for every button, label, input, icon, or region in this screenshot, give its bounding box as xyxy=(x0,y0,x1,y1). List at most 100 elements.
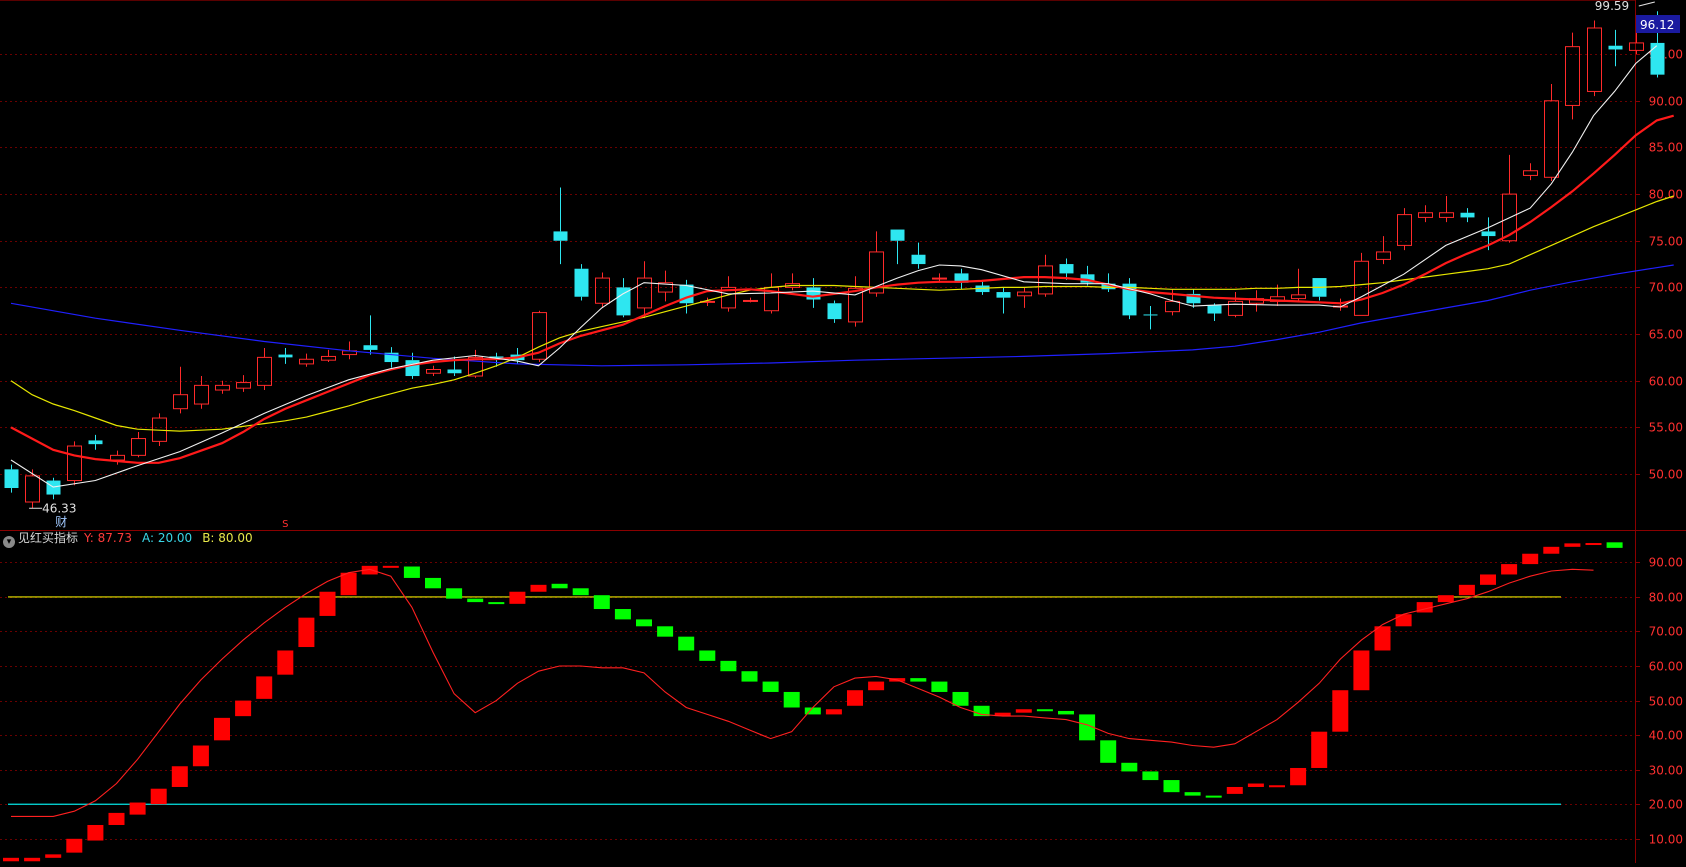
indicator-bar-up xyxy=(256,676,273,699)
indicator-bar-down xyxy=(1058,710,1074,715)
indicator-bar-up xyxy=(1458,584,1475,596)
price-tick-label: 50.00 xyxy=(1649,468,1683,482)
indicator-bar-up xyxy=(1332,690,1349,732)
candle-body-down xyxy=(278,354,293,358)
indicator-bar-down xyxy=(1184,792,1201,796)
s-marker-label: S xyxy=(282,519,288,530)
indicator-bar-up xyxy=(1564,543,1581,547)
candle-body-up xyxy=(743,299,758,302)
price-tick-label: 90.00 xyxy=(1649,95,1683,109)
indicator-bar-down xyxy=(657,626,674,637)
chevron-down-icon[interactable]: ▾ xyxy=(3,536,15,548)
current-price-label: 96.12 xyxy=(1640,18,1674,32)
indicator-bar-up xyxy=(3,857,19,862)
stock-chart[interactable]: 50.00 55.00 60.00 65.00 70.00 75.00 80.00 85.00… xyxy=(0,0,1686,863)
indicator-bar-up xyxy=(1501,564,1518,575)
indicator-bar-up xyxy=(45,854,62,858)
indicator-bar-down xyxy=(572,588,589,596)
price-tick-label: 65.00 xyxy=(1649,328,1683,342)
indicator-bar-up xyxy=(66,838,83,853)
indicator-bar-up xyxy=(1353,650,1370,691)
indicator-tick-label: 70.00 xyxy=(1649,625,1683,639)
indicator-b-value: B: 80.00 xyxy=(202,531,253,545)
indicator-bar-down xyxy=(593,595,610,610)
indicator-bar-down xyxy=(551,583,568,589)
indicator-bar-up xyxy=(319,591,336,616)
indicator-bar-up xyxy=(1226,786,1243,794)
indicator-bar-up xyxy=(129,802,146,815)
indicator-bar-up xyxy=(108,812,125,825)
indicator-bar-down xyxy=(699,650,716,661)
indicator-bar-up xyxy=(171,766,188,787)
indicator-bar-down xyxy=(741,671,758,682)
indicator-bar-up xyxy=(277,650,294,675)
indicator-bar-down xyxy=(425,577,441,589)
indicator-a-value: A: 20.00 xyxy=(141,531,193,545)
indicator-bar-up xyxy=(24,857,41,862)
indicator-bar-up xyxy=(1543,546,1560,554)
indicator-bar-down xyxy=(1100,740,1117,763)
indicator-bar-up xyxy=(1015,709,1032,713)
indicator-tick-label: 90.00 xyxy=(1649,556,1683,570)
indicator-bar-up xyxy=(1269,785,1285,788)
indicator-bar-down xyxy=(1036,709,1053,712)
candle-body-down xyxy=(1143,314,1158,316)
indicator-bar-down xyxy=(720,660,737,672)
indicator-bar-up xyxy=(382,565,399,568)
indicator-bar-up xyxy=(1437,595,1454,603)
indicator-name[interactable]: 见红买指标 xyxy=(18,531,78,545)
indicator-y-value: Y: 87.73 xyxy=(84,531,132,545)
candle-body-down xyxy=(1481,231,1496,237)
indicator-bar-up xyxy=(509,591,526,604)
candle-body-down xyxy=(447,369,462,374)
candle-body-down xyxy=(574,268,589,297)
indicator-tick-label: 10.00 xyxy=(1649,833,1683,847)
indicator-bar-down xyxy=(762,681,779,692)
candle-body-down xyxy=(1207,305,1222,314)
indicator-tick-label: 60.00 xyxy=(1649,660,1683,674)
indicator-bar-up xyxy=(530,584,547,592)
candle-body-down xyxy=(827,303,842,320)
price-tick-label: 70.00 xyxy=(1649,281,1683,295)
candle-body-up xyxy=(932,277,947,280)
indicator-bar-up xyxy=(825,709,842,715)
indicator-bar-down xyxy=(1142,771,1159,781)
indicator-bar-up xyxy=(214,717,230,741)
indicator-bar-down xyxy=(403,566,420,578)
indicator-bar-up xyxy=(235,700,252,717)
candle-body-down xyxy=(1460,212,1475,218)
indicator-tick-label: 80.00 xyxy=(1649,591,1683,605)
candle-body-down xyxy=(4,469,19,489)
indicator-tick-label: 30.00 xyxy=(1649,764,1683,778)
indicator-bar-up xyxy=(1585,543,1602,546)
indicator-header: ▾ 见红买指标 Y: 87.73 A: 20.00 B: 80.00 xyxy=(3,530,253,548)
indicator-bar-up xyxy=(298,617,315,648)
candle-body-down xyxy=(890,229,905,241)
price-tick-label: 60.00 xyxy=(1649,375,1683,389)
candle-body-down xyxy=(911,254,926,265)
indicator-bar-up xyxy=(868,681,885,691)
indicator-tick-label: 40.00 xyxy=(1649,729,1683,743)
price-tick-label: 80.00 xyxy=(1649,188,1683,202)
indicator-bar-down xyxy=(1606,542,1623,548)
cai-marker-label: 财 xyxy=(55,515,67,529)
candle-body-down xyxy=(1650,42,1665,75)
price-tick-label: 85.00 xyxy=(1649,141,1683,155)
indicator-bar-down xyxy=(467,598,484,603)
low-price-label: 46.33 xyxy=(42,501,76,515)
indicator-bar-up xyxy=(1480,574,1496,585)
indicator-bar-down xyxy=(1205,795,1222,798)
indicator-bar-down xyxy=(446,588,463,599)
candle-body-down xyxy=(88,440,103,445)
candle-body-down xyxy=(996,292,1011,298)
indicator-bar-up xyxy=(87,824,104,841)
indicator-bar-up xyxy=(1522,553,1539,565)
indicator-bar-down xyxy=(931,681,948,692)
chart-canvas[interactable]: 50.00 55.00 60.00 65.00 70.00 75.00 80.00 85.00… xyxy=(0,0,1686,863)
indicator-bar-down xyxy=(783,691,800,708)
indicator-bar-up xyxy=(1311,731,1328,768)
indicator-bar-down xyxy=(1163,780,1180,793)
indicator-bar-down xyxy=(952,691,969,706)
indicator-bar-down xyxy=(910,678,927,682)
high-price-label: 99.59 xyxy=(1595,0,1629,13)
